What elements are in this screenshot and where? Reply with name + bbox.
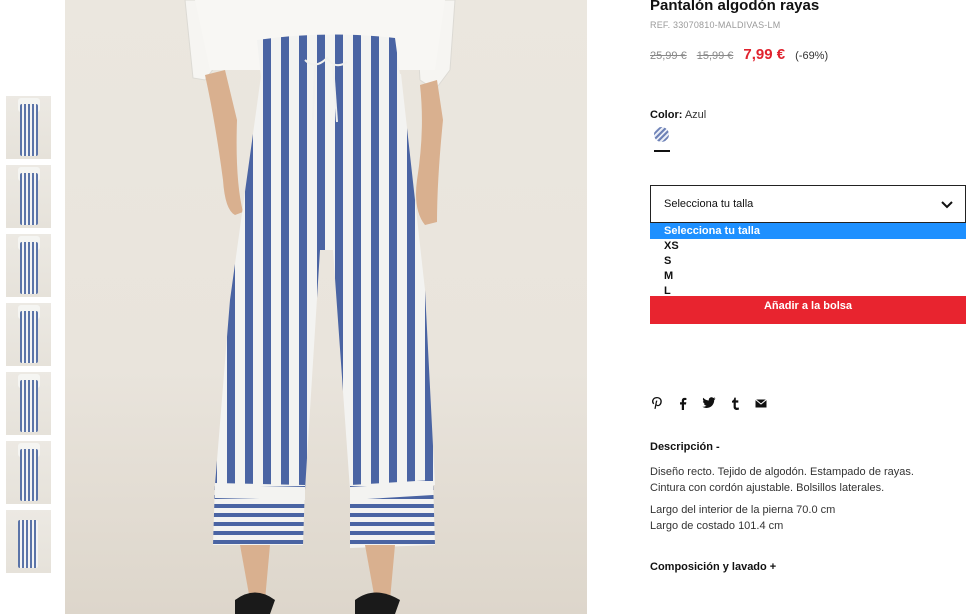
product-photo (184, 0, 456, 614)
color-label: Color: (650, 109, 683, 121)
add-to-bag-button[interactable]: Añadir a la bolsa (650, 296, 966, 324)
social-share (650, 396, 768, 410)
product-reference: REF. 33070810-MALDIVAS-LM (650, 20, 781, 30)
price-row: 25,99 € 15,99 € 7,99 € (-69%) (650, 46, 828, 63)
size-select-value: Selecciona tu talla (664, 198, 754, 210)
thumbnail-3[interactable] (6, 234, 51, 297)
composition-toggle[interactable]: Composición y lavado + (650, 561, 776, 573)
size-option-xs[interactable]: XS (650, 239, 966, 254)
description-body: Diseño recto. Tejido de algodón. Estampa… (650, 464, 950, 540)
thumbnail-7[interactable] (6, 510, 51, 573)
original-price-1: 25,99 € (650, 50, 687, 62)
current-price: 7,99 € (743, 46, 786, 63)
size-option-placeholder[interactable]: Selecciona tu talla (650, 223, 966, 239)
description-line-3: Largo del interior de la pierna 70.0 cm (650, 504, 836, 516)
size-option-s[interactable]: S (650, 254, 966, 269)
thumbnail-6[interactable] (6, 441, 51, 504)
chevron-down-icon (941, 201, 953, 209)
description-toggle[interactable]: Descripción - (650, 441, 720, 453)
pinterest-icon[interactable] (650, 396, 664, 410)
description-line-4: Largo de costado 101.4 cm (650, 520, 784, 532)
thumbnail-1[interactable] (6, 96, 51, 159)
thumbnail-4[interactable] (6, 303, 51, 366)
discount-badge: (-69%) (795, 50, 829, 62)
color-value: Azul (684, 109, 707, 121)
size-dropdown-list: Selecciona tu talla XS S M L (650, 223, 966, 299)
description-line-2: Cintura con cordón ajustable. Bolsillos … (650, 482, 885, 494)
thumbnail-list (6, 96, 52, 579)
color-info: Color: Azul (650, 109, 706, 121)
product-info-panel: Pantalón algodón rayas REF. 33070810-MAL… (650, 0, 966, 614)
color-swatch-azul[interactable] (654, 127, 669, 142)
size-select[interactable]: Selecciona tu talla (650, 185, 966, 223)
twitter-icon[interactable] (702, 396, 716, 410)
main-product-image[interactable] (65, 0, 587, 614)
thumbnail-2[interactable] (6, 165, 51, 228)
product-title: Pantalón algodón rayas (650, 0, 820, 14)
facebook-icon[interactable] (676, 396, 690, 410)
size-option-m[interactable]: M (650, 269, 966, 284)
description-line-1: Diseño recto. Tejido de algodón. Estampa… (650, 466, 914, 478)
thumbnail-5[interactable] (6, 372, 51, 435)
email-icon[interactable] (754, 396, 768, 410)
selected-swatch-indicator (654, 150, 670, 152)
tumblr-icon[interactable] (728, 396, 742, 410)
original-price-2: 15,99 € (696, 50, 734, 62)
